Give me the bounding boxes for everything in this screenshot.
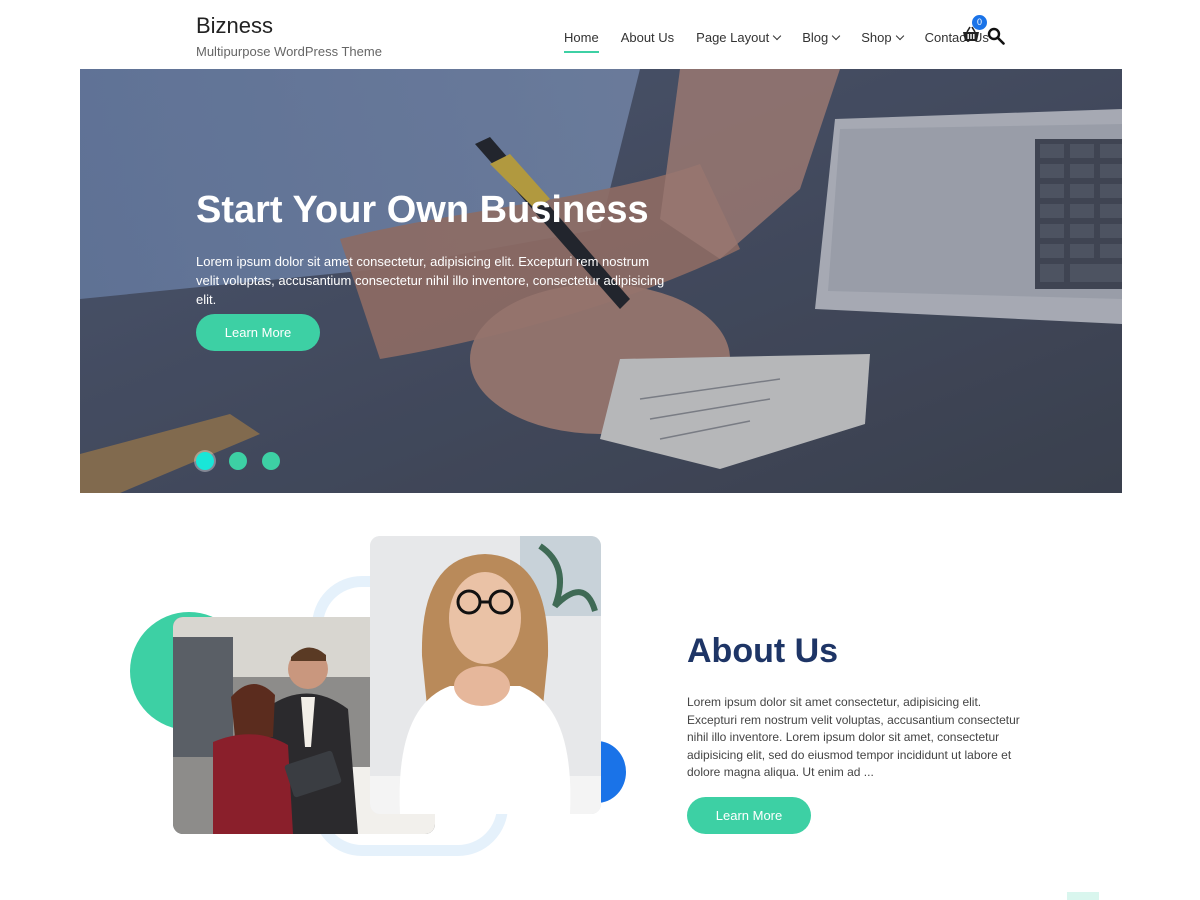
nav-item-about-us[interactable]: About Us xyxy=(621,27,674,47)
nav-item-blog[interactable]: Blog xyxy=(802,27,841,47)
nav-item-page-layout[interactable]: Page Layout xyxy=(696,27,782,47)
hero-learn-more-button[interactable]: Learn More xyxy=(196,314,320,351)
slider-dot-1[interactable] xyxy=(196,452,214,470)
slider-dot-3[interactable] xyxy=(262,452,280,470)
cart-count-badge: 0 xyxy=(972,15,987,30)
site-tagline: Multipurpose WordPress Theme xyxy=(196,44,382,59)
hero-slider: Start Your Own Business Lorem ipsum dolo… xyxy=(80,69,1122,493)
about-learn-more-button[interactable]: Learn More xyxy=(687,797,811,834)
decorative-corner-shape xyxy=(1067,892,1099,900)
about-description: Lorem ipsum dolor sit amet consectetur, … xyxy=(687,695,1020,779)
nav-label: Shop xyxy=(861,29,892,45)
site-title[interactable]: Bizness xyxy=(196,13,273,39)
chevron-down-icon xyxy=(895,31,904,40)
hero-title: Start Your Own Business xyxy=(196,189,649,231)
nav-label: About Us xyxy=(620,29,675,45)
main-nav: Home About Us Page Layout Blog Shop Cont… xyxy=(564,27,1011,53)
about-title: About Us xyxy=(687,632,839,670)
nav-label: Home xyxy=(564,29,599,45)
nav-item-home[interactable]: Home xyxy=(564,27,599,53)
hero-description: Lorem ipsum dolor sit amet consectetur, … xyxy=(196,254,665,307)
chevron-down-icon xyxy=(772,31,782,40)
nav-item-shop[interactable]: Shop xyxy=(861,27,904,47)
nav-label: Blog xyxy=(802,29,829,45)
slider-dot-2[interactable] xyxy=(229,452,247,470)
search-icon[interactable] xyxy=(987,27,1005,45)
nav-label: Page Layout xyxy=(696,29,770,45)
businesswoman-photo xyxy=(370,536,601,814)
chevron-down-icon xyxy=(831,31,841,40)
site-header: Bizness Multipurpose WordPress Theme Hom… xyxy=(0,0,1200,68)
